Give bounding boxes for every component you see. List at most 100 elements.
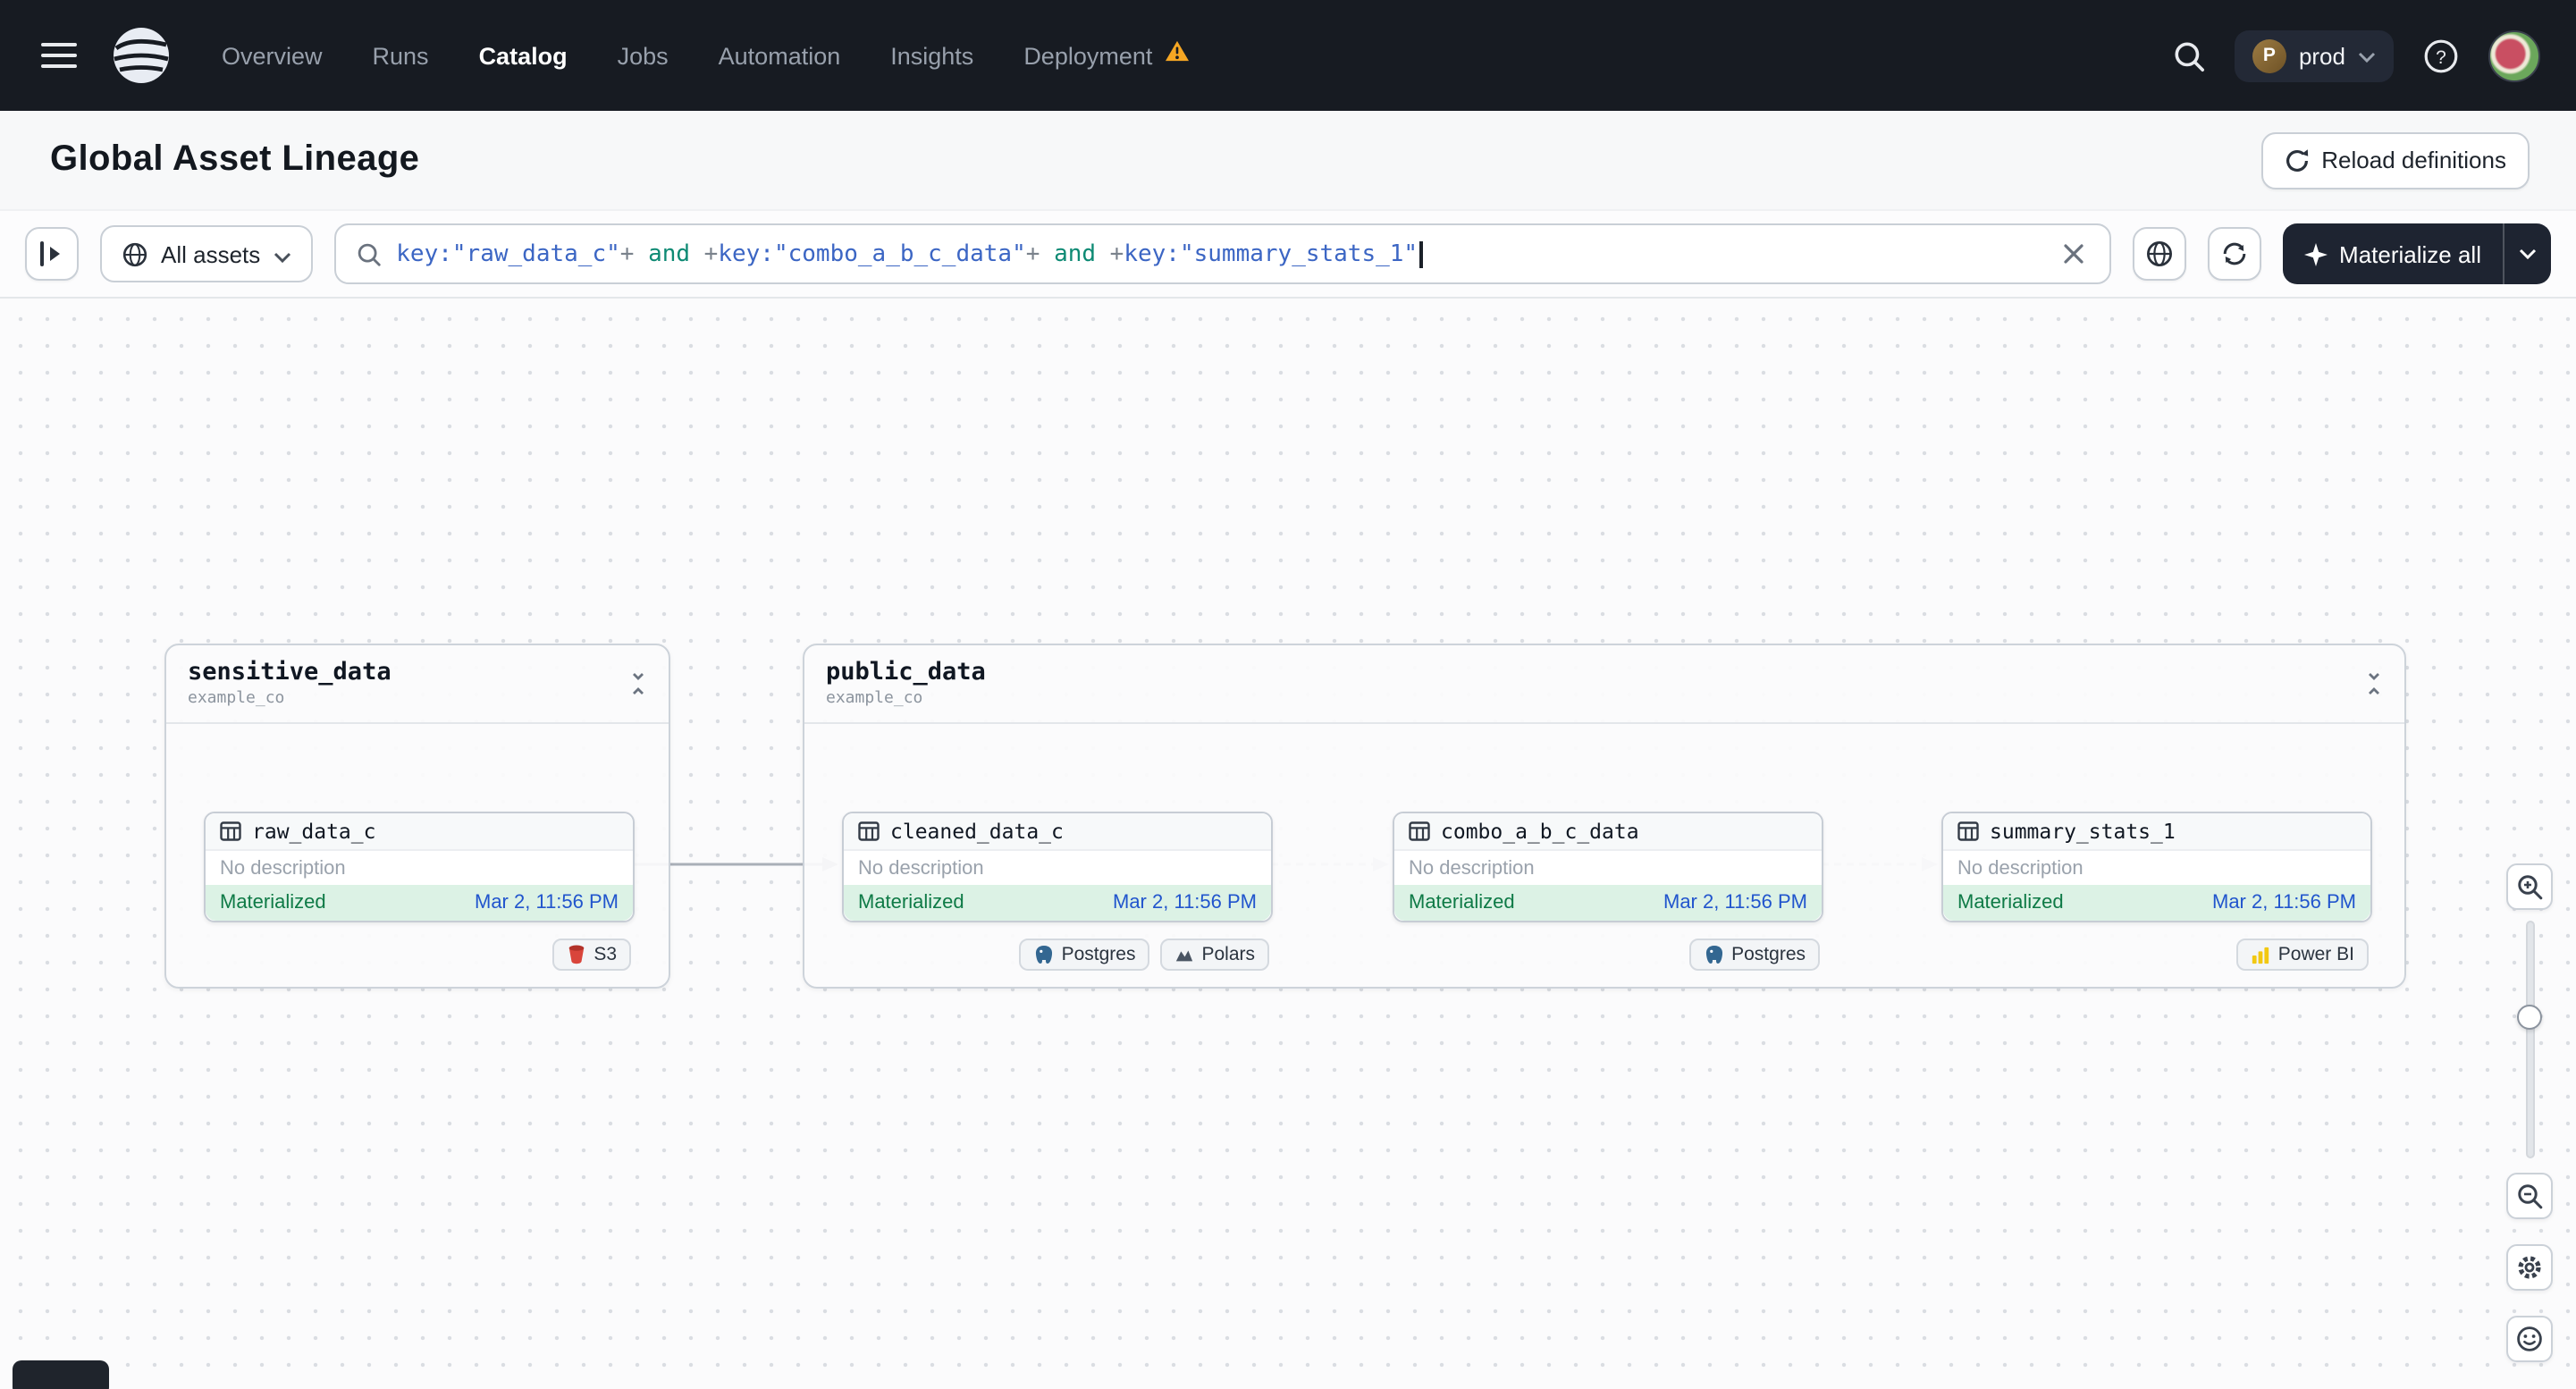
graph-settings-gear-icon[interactable] (2506, 1244, 2553, 1291)
table-icon (220, 821, 241, 842)
asset-status-row: Materialized Mar 2, 11:56 PM (206, 885, 633, 921)
nav-item-runs[interactable]: Runs (373, 42, 429, 69)
tag-postgres[interactable]: Postgres (1018, 939, 1150, 971)
group-code-location: example_co (188, 690, 285, 708)
asset-status: Materialized (1957, 892, 2064, 913)
asset-selection-input[interactable]: key:"raw_data_c"+ and +key:"combo_a_b_c_… (333, 223, 2111, 284)
asset-tags: Postgres Polars (1018, 939, 1269, 971)
collapse-group-icon[interactable] (629, 672, 647, 704)
tag-polars[interactable]: Polars (1160, 939, 1269, 971)
nav-item-insights[interactable]: Insights (890, 42, 973, 69)
group-header[interactable]: public_data example_co (804, 645, 2404, 724)
asset-node-header: summary_stats_1 (1943, 813, 2370, 851)
page-header: Global Asset Lineage Reload definitions (0, 111, 2576, 211)
tag-label: Polars (1201, 944, 1255, 965)
group-header[interactable]: sensitive_data example_co (166, 645, 669, 724)
postgres-icon (1703, 944, 1724, 965)
asset-node-header: raw_data_c (206, 813, 633, 851)
refresh-button[interactable] (2207, 227, 2261, 281)
asset-node-raw-data-c[interactable]: raw_data_c No description Materialized M… (204, 812, 635, 922)
table-icon (1409, 821, 1430, 842)
polars-icon (1174, 945, 1194, 964)
asset-status-row: Materialized Mar 2, 11:56 PM (844, 885, 1271, 921)
chevron-down-icon (273, 240, 290, 267)
zoom-slider-handle[interactable] (2517, 1005, 2542, 1030)
materialize-all-main[interactable]: Materialize all (2282, 223, 2503, 284)
materialize-options-caret[interactable] (2504, 223, 2551, 284)
asset-group-sensitive-data: sensitive_data example_co raw_data_c No … (164, 644, 670, 989)
zoom-slider-track[interactable] (2526, 921, 2535, 1158)
open-left-panel-button[interactable] (25, 227, 79, 281)
asset-scope-dropdown[interactable]: All assets (100, 225, 313, 282)
graph-view-globe-button[interactable] (2132, 227, 2186, 281)
asset-status-row: Materialized Mar 2, 11:56 PM (1394, 885, 1822, 921)
group-name: sensitive_data (188, 658, 391, 686)
feedback-smiley-icon[interactable] (2506, 1316, 2553, 1362)
deployment-initial-badge: P (2252, 38, 2286, 72)
asset-description: No description (1409, 857, 1535, 879)
power-bi-icon (2252, 945, 2271, 964)
tag-s3[interactable]: S3 (552, 939, 631, 971)
asset-materialization-timestamp[interactable]: Mar 2, 11:56 PM (475, 892, 619, 913)
materialize-all-button[interactable]: Materialize all (2282, 223, 2551, 284)
dagster-logo-icon[interactable] (107, 21, 175, 89)
asset-tags: S3 (552, 939, 631, 971)
lineage-canvas[interactable]: sensitive_data example_co raw_data_c No … (0, 299, 2576, 1389)
group-name: public_data (826, 658, 986, 686)
page-title: Global Asset Lineage (50, 139, 420, 179)
tag-postgres[interactable]: Postgres (1688, 939, 1820, 971)
asset-selection-query: key:"raw_data_c"+ and +key:"combo_a_b_c_… (396, 240, 2042, 267)
tag-label: Postgres (1731, 944, 1806, 965)
nav-item-jobs[interactable]: Jobs (618, 42, 669, 69)
sparkle-icon (2303, 242, 2328, 265)
s3-icon (567, 944, 586, 965)
nav-item-overview[interactable]: Overview (222, 42, 323, 69)
navbar-right: P prod ? (2172, 29, 2540, 81)
globe-icon (122, 240, 148, 267)
help-icon[interactable]: ? (2422, 37, 2460, 74)
nav-item-deployment-label: Deployment (1023, 42, 1153, 69)
asset-node-header: combo_a_b_c_data (1394, 813, 1822, 851)
zoom-in-button[interactable] (2506, 863, 2553, 910)
asset-description: No description (220, 857, 346, 879)
primary-nav: Overview Runs Catalog Jobs Automation In… (222, 39, 1190, 72)
table-icon (858, 821, 880, 842)
user-avatar[interactable] (2488, 29, 2540, 81)
asset-name: cleaned_data_c (890, 819, 1064, 844)
asset-materialization-timestamp[interactable]: Mar 2, 11:56 PM (1663, 892, 1807, 913)
asset-status-row: Materialized Mar 2, 11:56 PM (1943, 885, 2370, 921)
app-window: Overview Runs Catalog Jobs Automation In… (0, 0, 2576, 1389)
tag-label: Power BI (2277, 944, 2354, 965)
reload-icon (2284, 147, 2309, 173)
asset-materialization-timestamp[interactable]: Mar 2, 11:56 PM (1113, 892, 1257, 913)
table-icon (1957, 821, 1979, 842)
tag-power-bi[interactable]: Power BI (2236, 939, 2369, 971)
search-icon[interactable] (2172, 38, 2206, 72)
asset-description: No description (858, 857, 984, 879)
nav-item-deployment[interactable]: Deployment (1023, 39, 1190, 72)
asset-status: Materialized (1409, 892, 1515, 913)
asset-tags: Postgres (1688, 939, 1820, 971)
clear-search-icon[interactable] (2057, 238, 2089, 270)
zoom-out-button[interactable] (2506, 1173, 2553, 1219)
asset-scope-label: All assets (161, 240, 261, 267)
lineage-toolbar: All assets key:"raw_data_c"+ and +key:"c… (0, 211, 2576, 299)
asset-materialization-timestamp[interactable]: Mar 2, 11:56 PM (2212, 892, 2356, 913)
reload-definitions-button[interactable]: Reload definitions (2260, 131, 2530, 189)
asset-status: Materialized (220, 892, 326, 913)
nav-item-automation[interactable]: Automation (719, 42, 841, 69)
text-cursor (1419, 240, 1423, 267)
minimap-panel[interactable] (13, 1360, 109, 1389)
asset-node-combo-a-b-c-data[interactable]: combo_a_b_c_data No description Material… (1393, 812, 1823, 922)
materialize-all-label: Materialize all (2339, 240, 2481, 267)
hamburger-menu-icon[interactable] (36, 32, 82, 79)
nav-item-catalog[interactable]: Catalog (479, 42, 568, 69)
deployment-name: prod (2298, 42, 2345, 69)
asset-node-summary-stats-1[interactable]: summary_stats_1 No description Materiali… (1941, 812, 2372, 922)
collapse-group-icon[interactable] (2365, 672, 2383, 704)
deployment-switcher[interactable]: P prod (2234, 29, 2394, 81)
reload-definitions-label: Reload definitions (2321, 147, 2506, 173)
asset-node-cleaned-data-c[interactable]: cleaned_data_c No description Materializ… (842, 812, 1273, 922)
asset-name: summary_stats_1 (1990, 819, 2176, 844)
asset-name: raw_data_c (252, 819, 376, 844)
